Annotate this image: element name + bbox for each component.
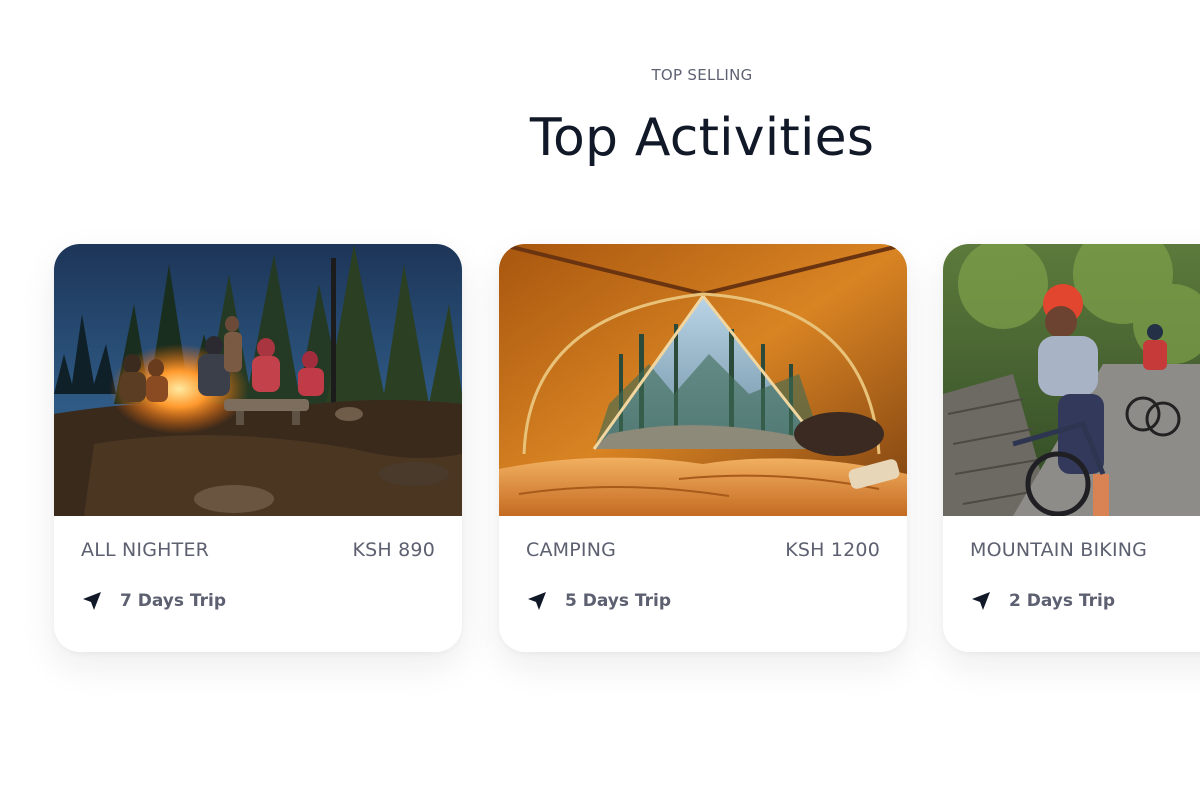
activity-name: CAMPING [526, 539, 617, 561]
campfire-night-photo [54, 244, 462, 516]
navigation-arrow-icon [970, 590, 992, 612]
activity-card-mountain-biking[interactable]: MOUNTAIN BIKING 2 Days Trip [943, 244, 1200, 652]
section-title: Top Activities [529, 108, 875, 168]
navigation-arrow-icon [526, 590, 548, 612]
activity-card-camping[interactable]: CAMPING KSH 1200 5 Days Trip [499, 244, 907, 652]
trip-duration: 5 Days Trip [526, 590, 671, 612]
activity-card-body: MOUNTAIN BIKING 2 Days Trip [943, 516, 1200, 652]
activity-card-body: ALL NIGHTER KSH 890 7 Days Trip [54, 516, 462, 652]
top-activities-section: TOP SELLING Top Activities ALL NIGHTER K… [0, 0, 1200, 800]
trip-duration: 7 Days Trip [81, 590, 226, 612]
navigation-arrow-icon [81, 590, 103, 612]
activity-name: MOUNTAIN BIKING [970, 539, 1148, 561]
trip-duration-label: 7 Days Trip [120, 591, 227, 611]
cyclists-forest-road-photo [943, 244, 1200, 516]
activity-card-body: CAMPING KSH 1200 5 Days Trip [499, 516, 907, 652]
section-eyebrow: TOP SELLING [651, 66, 753, 84]
activity-card-all-nighter[interactable]: ALL NIGHTER KSH 890 7 Days Trip [54, 244, 462, 652]
trip-duration-label: 5 Days Trip [565, 591, 672, 611]
activity-price: KSH 890 [352, 539, 435, 561]
activity-name: ALL NIGHTER [81, 539, 210, 561]
activity-price: KSH 1200 [785, 539, 880, 561]
tent-forest-view-photo [499, 244, 907, 516]
trip-duration-label: 2 Days Trip [1009, 591, 1116, 611]
trip-duration: 2 Days Trip [970, 590, 1115, 612]
